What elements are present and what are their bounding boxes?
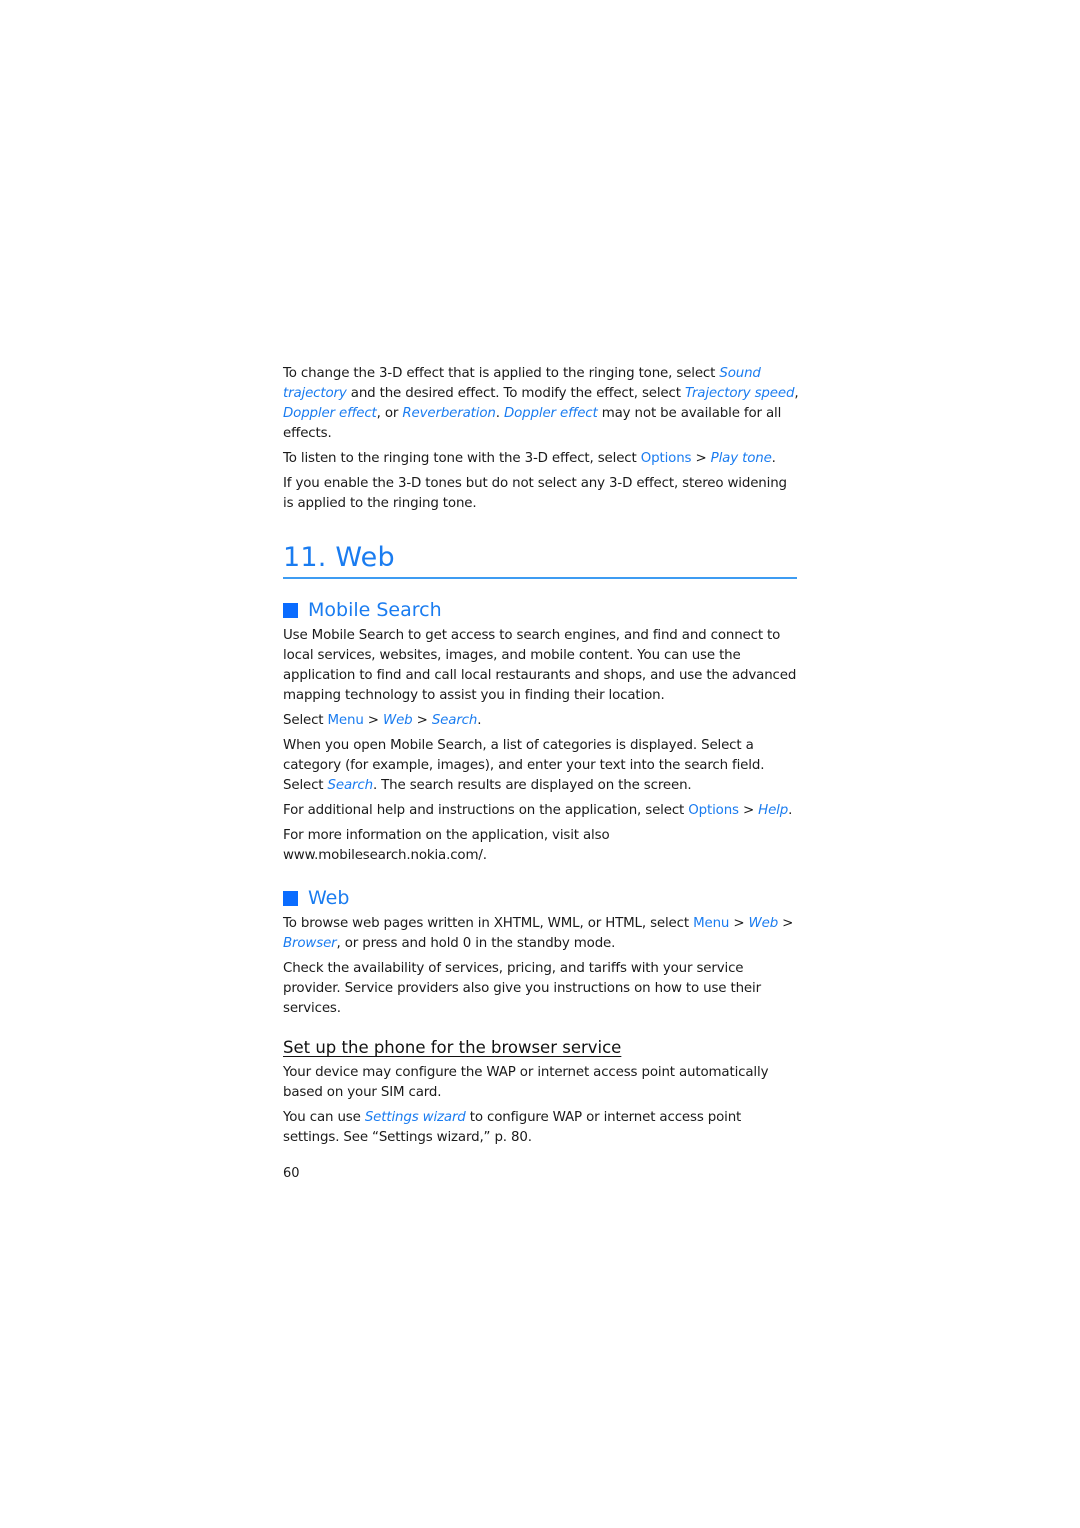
text-run: > xyxy=(363,713,383,728)
chapter-title: 11. Web xyxy=(283,541,797,579)
text-run: , or press and hold 0 in the standby mod… xyxy=(336,936,616,951)
text-run: . xyxy=(477,713,482,728)
text-run: . xyxy=(771,451,776,466)
text-run: . xyxy=(495,406,504,421)
section-heading-text: Mobile Search xyxy=(308,599,442,621)
intro-paragraph-3d-effect: To change the 3-D effect that is applied… xyxy=(283,364,799,444)
option-play-tone: Play tone xyxy=(710,451,772,466)
page-number: 60 xyxy=(283,1166,300,1181)
text-run: You can use xyxy=(283,1110,365,1125)
text-run: To listen to the ringing tone with the 3… xyxy=(283,451,641,466)
intro-paragraph-play-tone: To listen to the ringing tone with the 3… xyxy=(283,449,799,469)
option-reverberation: Reverberation xyxy=(402,406,496,421)
option-doppler-effect-2: Doppler effect xyxy=(503,406,598,421)
option-search-2: Search xyxy=(327,778,374,793)
text-run: . xyxy=(788,803,793,818)
text-run: > xyxy=(778,916,794,931)
option-trajectory-speed: Trajectory speed xyxy=(684,386,795,401)
softkey-menu: Menu xyxy=(327,713,364,728)
text-run: and the desired effect. To modify the ef… xyxy=(346,386,685,401)
softkey-options-2: Options xyxy=(688,803,739,818)
section-heading-web: Web xyxy=(283,886,799,910)
web-service-availability: Check the availability of services, pric… xyxy=(283,961,761,1016)
softkey-menu-2: Menu xyxy=(693,916,730,931)
softkey-options: Options xyxy=(640,451,692,466)
mobile-search-categories: When you open Mobile Search, a list of c… xyxy=(283,736,799,796)
subsection-heading-browser-setup: Set up the phone for the browser service xyxy=(283,1038,622,1057)
browser-setup-auto-config: Your device may configure the WAP or int… xyxy=(283,1065,769,1100)
option-web: Web xyxy=(383,713,413,728)
bullet-square-icon xyxy=(283,602,298,618)
section-heading-mobile-search: Mobile Search xyxy=(283,598,799,622)
text-run: > xyxy=(691,451,711,466)
text-run: To change the 3-D effect that is applied… xyxy=(283,366,720,381)
text-run: Select xyxy=(283,713,328,728)
option-browser: Browser xyxy=(283,936,337,951)
option-search: Search xyxy=(431,713,478,728)
intro-paragraph-stereo-widening: If you enable the 3-D tones but do not s… xyxy=(283,476,787,511)
mobile-search-intro: Use Mobile Search to get access to searc… xyxy=(283,628,797,703)
option-help: Help xyxy=(758,803,789,818)
mobile-search-menu-path: Select Menu > Web > Search. xyxy=(283,711,799,731)
text-run: For additional help and instructions on … xyxy=(283,803,689,818)
option-settings-wizard: Settings wizard xyxy=(364,1110,466,1125)
option-web-2: Web xyxy=(748,916,779,931)
section-heading-text: Web xyxy=(308,887,350,909)
browser-setup-wizard: You can use Settings wizard to configure… xyxy=(283,1108,799,1148)
text-run: . The search results are displayed on th… xyxy=(372,778,692,793)
text-run: To browse web pages written in XHTML, WM… xyxy=(283,916,694,931)
text-run: > xyxy=(729,916,749,931)
text-run: > xyxy=(412,713,432,728)
document-page: To change the 3-D effect that is applied… xyxy=(283,364,799,1183)
option-doppler-effect: Doppler effect xyxy=(283,406,377,421)
mobile-search-help: For additional help and instructions on … xyxy=(283,801,799,821)
text-run: > xyxy=(738,803,759,818)
text-run: , or xyxy=(376,406,403,421)
bullet-square-icon xyxy=(283,890,298,906)
mobile-search-more-info: For more information on the application,… xyxy=(283,828,610,863)
text-run: , xyxy=(794,386,799,401)
web-browse-instructions: To browse web pages written in XHTML, WM… xyxy=(283,914,799,954)
